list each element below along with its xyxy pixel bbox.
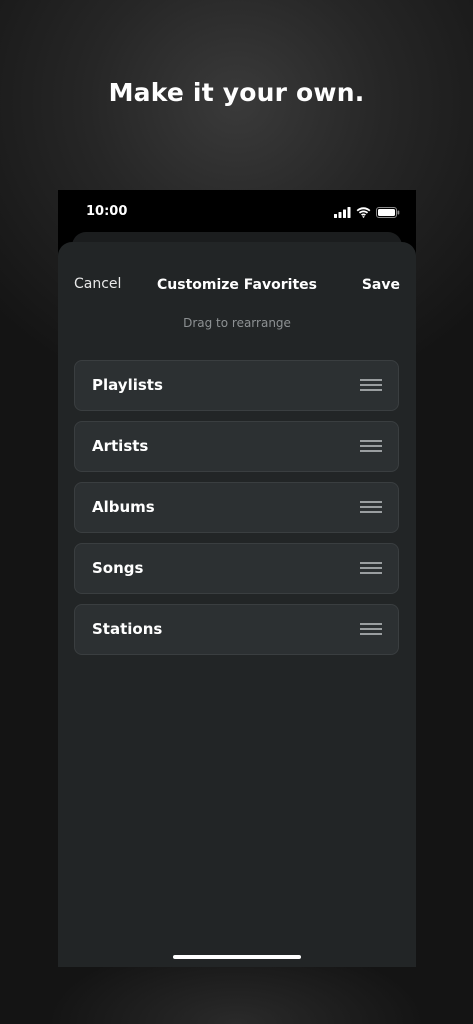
list-item-label: Stations bbox=[92, 620, 163, 638]
list-item-stations[interactable]: Stations bbox=[74, 604, 399, 655]
list-item-label: Artists bbox=[92, 437, 149, 455]
list-item-albums[interactable]: Albums bbox=[74, 482, 399, 533]
headline: Make it your own. bbox=[108, 78, 365, 107]
home-indicator[interactable] bbox=[173, 955, 301, 959]
drag-handle-icon[interactable] bbox=[360, 623, 382, 637]
list-item-label: Playlists bbox=[92, 376, 163, 394]
signal-icon bbox=[334, 206, 351, 218]
status-time: 10:00 bbox=[86, 204, 128, 219]
cancel-button[interactable]: Cancel bbox=[74, 276, 121, 292]
list-item-label: Songs bbox=[92, 559, 144, 577]
status-bar: 10:00 bbox=[58, 190, 416, 234]
phone-screen: 10:00 Cancel Customize Favorites Save Dr… bbox=[58, 190, 416, 967]
save-button[interactable]: Save bbox=[362, 277, 400, 293]
status-icons bbox=[334, 206, 400, 218]
drag-handle-icon[interactable] bbox=[360, 501, 382, 515]
list-item-artists[interactable]: Artists bbox=[74, 421, 399, 472]
drag-handle-icon[interactable] bbox=[360, 562, 382, 576]
drag-handle-icon[interactable] bbox=[360, 440, 382, 454]
list-item-songs[interactable]: Songs bbox=[74, 543, 399, 594]
drag-hint: Drag to rearrange bbox=[183, 316, 291, 330]
wifi-icon bbox=[356, 206, 371, 218]
list-item-playlists[interactable]: Playlists bbox=[74, 360, 399, 411]
customize-favorites-sheet: Cancel Customize Favorites Save Drag to … bbox=[58, 242, 416, 967]
battery-icon bbox=[376, 206, 400, 218]
list-item-label: Albums bbox=[92, 498, 155, 516]
favorites-list: Playlists Artists Albums Songs Stations bbox=[74, 360, 399, 665]
drag-handle-icon[interactable] bbox=[360, 379, 382, 393]
